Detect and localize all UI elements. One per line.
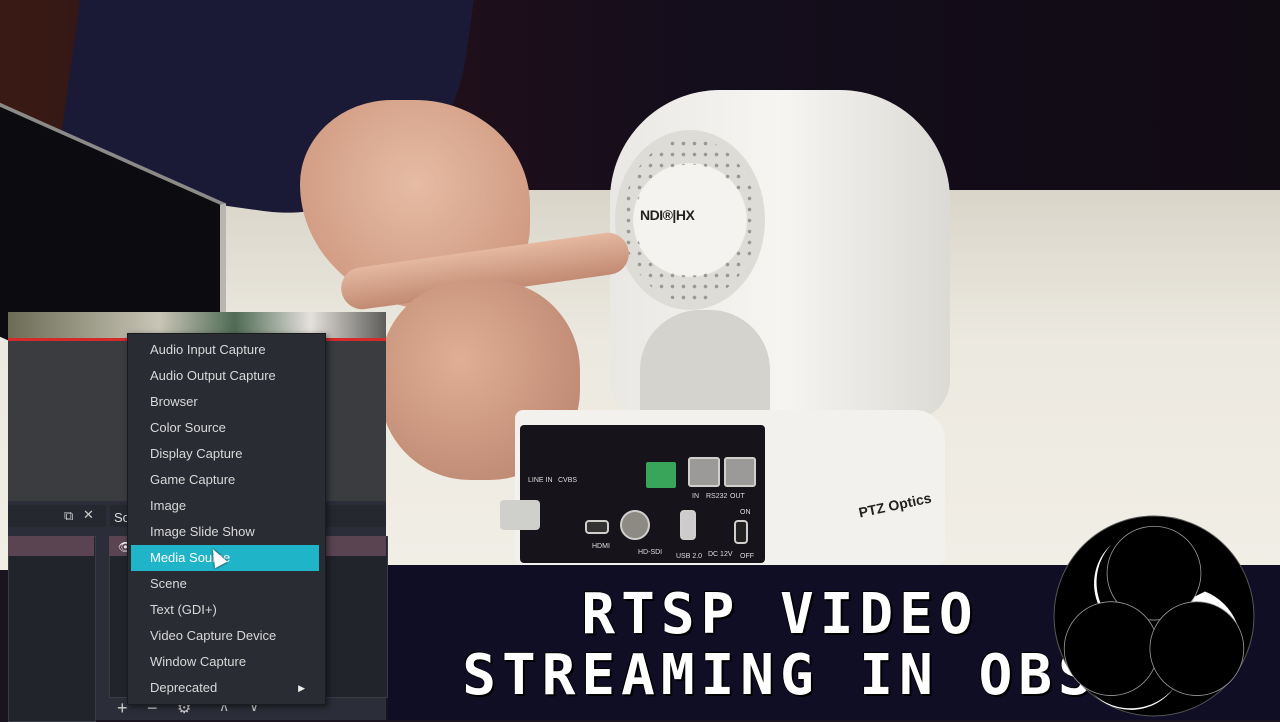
menu-item-game-capture[interactable]: Game Capture bbox=[131, 467, 319, 493]
port-label: DC 12V bbox=[708, 551, 733, 558]
rs485-terminal bbox=[646, 462, 676, 488]
title-line-2: STREAMING IN OBS bbox=[462, 643, 1098, 708]
menu-item-label: Deprecated bbox=[150, 680, 218, 695]
port-label: ON bbox=[740, 509, 751, 516]
menu-item-display-capture[interactable]: Display Capture bbox=[131, 441, 319, 467]
menu-item-text-gdi[interactable]: Text (GDI+) bbox=[131, 597, 319, 623]
port-label: USB 2.0 bbox=[676, 553, 703, 560]
usb-port bbox=[680, 510, 696, 540]
port-label: OFF bbox=[740, 553, 754, 560]
menu-item-window-capture[interactable]: Window Capture bbox=[131, 649, 319, 675]
obs-logo-icon bbox=[1053, 515, 1255, 717]
menu-item-deprecated[interactable]: Deprecated ▶ bbox=[131, 675, 319, 701]
close-icon[interactable]: ✕ bbox=[83, 508, 94, 521]
port-label: HD-SDI bbox=[638, 549, 663, 556]
menu-item-browser[interactable]: Browser bbox=[131, 389, 319, 415]
power-switch bbox=[734, 520, 748, 544]
ethernet-cable bbox=[500, 500, 540, 530]
port-label: CVBS bbox=[558, 477, 578, 484]
port-label: OUT bbox=[730, 493, 745, 500]
hdmi-port bbox=[585, 520, 609, 534]
menu-item-scene[interactable]: Scene bbox=[131, 571, 319, 597]
menu-item-image-slide-show[interactable]: Image Slide Show bbox=[131, 519, 319, 545]
hd-sdi-port bbox=[620, 510, 650, 540]
title-line-1: RTSP VIDEO bbox=[581, 582, 979, 647]
camera-yoke bbox=[640, 310, 770, 420]
scenes-dock-titlebar: ⧉ ✕ bbox=[8, 505, 106, 527]
submenu-arrow-icon: ▶ bbox=[298, 683, 305, 693]
rs232-out-port bbox=[724, 457, 756, 487]
port-label: RS232 bbox=[706, 493, 728, 500]
add-icon[interactable]: + bbox=[117, 698, 128, 719]
ndi-badge: NDI®|HX bbox=[640, 207, 695, 223]
menu-item-video-capture-device[interactable]: Video Capture Device bbox=[131, 623, 319, 649]
port-label: IN bbox=[692, 493, 699, 500]
float-icon[interactable]: ⧉ bbox=[64, 509, 73, 522]
camera-rear-panel: LINE IN CVBS IN RS232 OUT HDMI HD-SDI US… bbox=[520, 425, 765, 563]
menu-item-audio-output-capture[interactable]: Audio Output Capture bbox=[131, 363, 319, 389]
menu-item-audio-input-capture[interactable]: Audio Input Capture bbox=[131, 337, 319, 363]
menu-item-image[interactable]: Image bbox=[131, 493, 319, 519]
menu-item-color-source[interactable]: Color Source bbox=[131, 415, 319, 441]
scenes-list[interactable] bbox=[8, 536, 96, 722]
add-source-context-menu: Audio Input Capture Audio Output Capture… bbox=[127, 333, 326, 705]
port-label: HDMI bbox=[592, 543, 610, 550]
rs232-in-port bbox=[688, 457, 720, 487]
scene-item-selected[interactable] bbox=[8, 536, 94, 556]
port-label: LINE IN bbox=[528, 477, 553, 484]
